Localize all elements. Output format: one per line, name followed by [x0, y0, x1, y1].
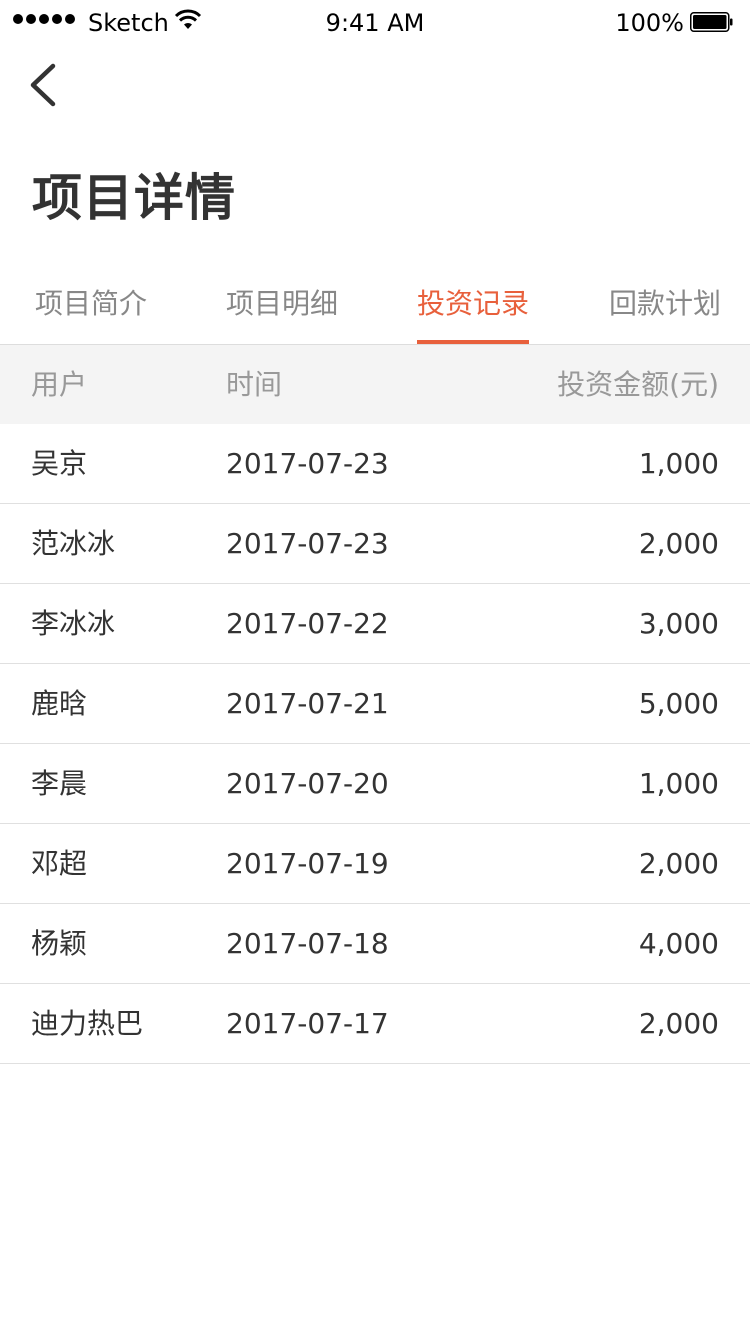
chevron-left-icon [30, 63, 56, 107]
battery-percent: 100% [615, 9, 684, 37]
cell-amount: 1,000 [638, 767, 719, 800]
cell-amount: 2,000 [638, 847, 719, 880]
table-row: 迪力热巴 2017-07-17 2,000 [0, 984, 750, 1064]
investment-records-table: 吴京 2017-07-23 1,000 范冰冰 2017-07-23 2,000… [0, 424, 750, 1064]
cell-amount: 4,000 [638, 927, 719, 960]
cell-amount: 2,000 [638, 1007, 719, 1040]
cell-time: 2017-07-23 [226, 527, 389, 560]
cell-time: 2017-07-20 [226, 767, 389, 800]
column-header-amount: 投资金额(元) [557, 368, 719, 401]
tab-bar: 项目简介 项目明细 投资记录 回款计划 [0, 270, 750, 344]
status-bar: Sketch 9:41 AM 100% [0, 0, 750, 44]
table-row: 邓超 2017-07-19 2,000 [0, 824, 750, 904]
battery-icon [690, 12, 733, 32]
cell-user: 吴京 [31, 447, 88, 480]
cell-amount: 1,000 [638, 447, 719, 480]
cell-time: 2017-07-23 [226, 447, 389, 480]
cell-user: 鹿晗 [31, 687, 88, 720]
table-row: 李冰冰 2017-07-22 3,000 [0, 584, 750, 664]
tab-repayment-plan[interactable]: 回款计划 [609, 270, 721, 344]
cell-user: 迪力热巴 [31, 1007, 144, 1040]
tab-project-details[interactable]: 项目明细 [226, 270, 338, 344]
tab-investment-records[interactable]: 投资记录 [417, 270, 530, 344]
table-row: 范冰冰 2017-07-23 2,000 [0, 504, 750, 584]
cell-time: 2017-07-21 [226, 687, 389, 720]
back-button[interactable] [24, 60, 68, 112]
cell-time: 2017-07-19 [226, 847, 389, 880]
column-header-user: 用户 [31, 368, 88, 401]
cell-time: 2017-07-22 [226, 607, 389, 640]
page-title: 项目详情 [32, 169, 236, 227]
cell-amount: 3,000 [638, 607, 719, 640]
cell-amount: 5,000 [638, 687, 719, 720]
column-header-time: 时间 [226, 368, 283, 401]
cell-user: 范冰冰 [31, 527, 116, 560]
cell-user: 邓超 [31, 847, 88, 880]
table-row: 李晨 2017-07-20 1,000 [0, 744, 750, 824]
cell-time: 2017-07-18 [226, 927, 389, 960]
cell-user: 杨颖 [31, 927, 88, 960]
tab-project-intro[interactable]: 项目简介 [35, 270, 147, 344]
cell-user: 李晨 [31, 767, 88, 800]
table-header: 用户 时间 投资金额(元) [0, 344, 750, 424]
table-row: 吴京 2017-07-23 1,000 [0, 424, 750, 504]
table-row: 鹿晗 2017-07-21 5,000 [0, 664, 750, 744]
table-row: 杨颖 2017-07-18 4,000 [0, 904, 750, 984]
cell-amount: 2,000 [638, 527, 719, 560]
cell-time: 2017-07-17 [226, 1007, 389, 1040]
cell-user: 李冰冰 [31, 607, 116, 640]
